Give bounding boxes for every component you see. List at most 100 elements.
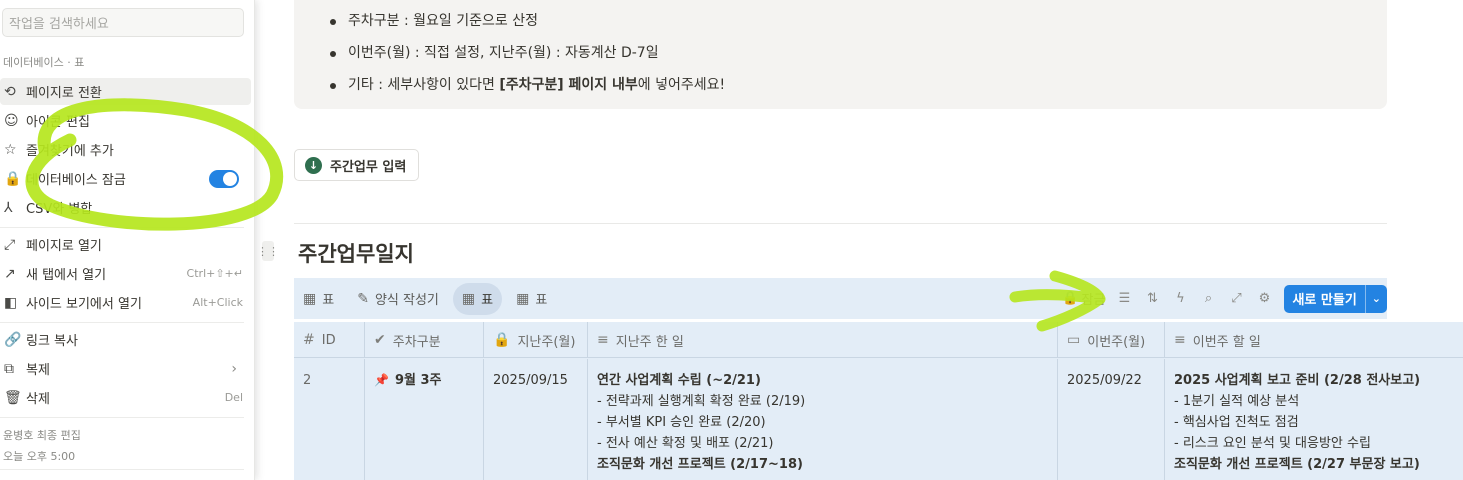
column-label: 주차구분 xyxy=(392,334,441,350)
menu-item-duplicate[interactable]: ⧉ 복제 › xyxy=(0,355,251,382)
shortcut-label: Ctrl+⇧+↵ xyxy=(186,267,243,280)
chevron-right-icon: › xyxy=(231,360,237,377)
menu-section-label: 데이터베이스 · 표 xyxy=(3,56,85,69)
work-line: - 전략과제 실행계획 확정 완료 (2/19) xyxy=(597,394,806,409)
column-header-last-week-work[interactable]: ≡ 지난주 한 일 xyxy=(588,322,1058,358)
automation-icon[interactable]: ϟ xyxy=(1166,285,1194,313)
lock-icon: 🔒 xyxy=(4,170,22,187)
menu-item-label: 페이지로 전환 xyxy=(26,86,102,101)
chevron-down-icon[interactable]: ⌄ xyxy=(1364,284,1387,313)
work-line: 2025 사업계획 보고 준비 (2/28 전사보고) xyxy=(1174,373,1421,388)
new-button[interactable]: 새로 만들기 ⌄ xyxy=(1284,284,1387,313)
column-label: 지난주(월) xyxy=(517,334,576,350)
table-icon: ▦ xyxy=(516,290,530,307)
menu-item-open-side-peek[interactable]: ◧ 사이드 보기에서 열기 Alt+Click xyxy=(0,289,251,316)
menu-item-add-favorite[interactable]: ☆ 즐겨찾기에 추가 xyxy=(0,136,251,163)
menu-item-copy-link[interactable]: 🔗 링크 복사 xyxy=(0,326,251,353)
menu-divider xyxy=(0,322,244,323)
smiley-icon: ☺ xyxy=(4,112,19,129)
cell-this-week-date[interactable]: 2025/09/22 xyxy=(1058,359,1165,480)
work-line: - 핵심사업 진척도 점검 xyxy=(1174,415,1299,430)
menu-item-label: 페이지로 열기 xyxy=(26,239,102,254)
search-icon[interactable]: ⌕ xyxy=(1194,285,1222,313)
menu-item-label: 데이터베이스 잠금 xyxy=(26,173,126,188)
drag-handle-icon[interactable]: ⋮⋮ xyxy=(257,241,279,261)
view-toolbar: 🔒 잠금 ☰ ⇅ ϟ ⌕ ⤢ ⚙ 새로 만들기 ⌄ xyxy=(1057,278,1387,319)
cell-last-week-work[interactable]: 연간 사업계획 수립 (~2/21) - 전략과제 실행계획 확정 완료 (2/… xyxy=(588,359,1058,480)
menu-divider xyxy=(0,417,244,418)
view-tab-label: 표 xyxy=(535,293,548,308)
column-label: 지난주 한 일 xyxy=(615,334,684,350)
guide-bullet-3-bold: [주차구분] 페이지 내부 xyxy=(499,77,638,93)
side-peek-icon: ◧ xyxy=(4,294,18,311)
menu-item-open-as-page[interactable]: ⤢ 페이지로 열기 xyxy=(0,231,251,258)
work-line: - 리스크 요인 분석 및 대응방안 수립 xyxy=(1174,436,1371,451)
menu-search-input[interactable]: 작업을 검색하세요 xyxy=(2,8,244,37)
cell-id[interactable]: 2 xyxy=(294,359,365,480)
database-title[interactable]: 주간업무일지 xyxy=(298,238,414,268)
menu-item-turn-into-page[interactable]: ⟲ 페이지로 전환 xyxy=(0,78,251,105)
lock-icon: 🔒 xyxy=(1062,291,1079,306)
convert-icon: ⟲ xyxy=(4,83,16,100)
star-icon: ☆ xyxy=(4,141,17,158)
column-header-this-week-work[interactable]: ≡ 이번주 할 일 xyxy=(1165,322,1463,358)
guide-bullet-3: 기타 : 세부사항이 있다면 [주차구분] 페이지 내부에 넣어주세요! xyxy=(329,69,726,101)
lock-button[interactable]: 🔒 잠금 xyxy=(1057,289,1110,308)
view-tab-label: 표 xyxy=(322,293,335,308)
form-icon: ✎ xyxy=(357,290,369,307)
text-lines-icon: ≡ xyxy=(1174,332,1186,348)
menu-item-label: 아이콘 편집 xyxy=(26,115,90,130)
shortcut-label: Del xyxy=(224,391,243,404)
cell-last-week-date[interactable]: 2025/09/15 xyxy=(484,359,588,480)
settings-icon[interactable]: ⚙ xyxy=(1250,285,1278,313)
expand-icon[interactable]: ⤢ xyxy=(1222,285,1250,313)
new-button-label: 새로 만들기 xyxy=(1292,293,1357,308)
status-check-icon: ✔ xyxy=(374,332,386,348)
table-row[interactable]: 2 📌 9월 3주 2025/09/15 연간 사업계획 수립 (~2/21) -… xyxy=(294,359,1463,480)
work-line: - 부서별 KPI 승인 완료 (2/20) xyxy=(597,415,766,430)
duplicate-icon: ⧉ xyxy=(4,360,14,377)
work-line: - 1분기 실적 예상 분석 xyxy=(1174,394,1300,409)
database-context-menu: 작업을 검색하세요 데이터베이스 · 표 ⟲ 페이지로 전환 ☺ 아이콘 편집 … xyxy=(0,0,255,480)
view-tab-table-3[interactable]: ▦ 표 xyxy=(507,283,556,315)
menu-item-lock-database[interactable]: 🔒 데이터베이스 잠금 xyxy=(0,165,251,192)
column-header-last-week-date[interactable]: 🔒 지난주(월) xyxy=(484,322,588,358)
column-header-id[interactable]: # ID xyxy=(294,322,365,358)
sort-icon[interactable]: ⇅ xyxy=(1138,285,1166,313)
view-tab-table-1[interactable]: ▦ 표 xyxy=(294,283,343,315)
calendar-icon: ▭ xyxy=(1067,332,1081,348)
column-label: ID xyxy=(321,332,336,348)
table-icon: ▦ xyxy=(461,290,476,307)
view-tab-form[interactable]: ✎ 양식 작성기 xyxy=(348,283,448,315)
app-window: 주차구분 : 월요일 기준으로 산정 이번주(월) : 직접 설정, 지난주(월… xyxy=(0,0,1463,480)
view-tab-label: 표 xyxy=(481,293,494,308)
guide-bullet-2: 이번주(월) : 직접 설정, 지난주(월) : 자동계산 D-7일 xyxy=(329,37,725,69)
merge-icon: ⅄ xyxy=(4,199,13,216)
work-line: 조직문화 개선 프로젝트 (2/17~18) xyxy=(597,457,803,472)
text-lines-icon: ≡ xyxy=(597,332,609,348)
lock-icon: 🔒 xyxy=(493,332,511,348)
cell-this-week-work[interactable]: 2025 사업계획 보고 준비 (2/28 전사보고) - 1분기 실적 예상 … xyxy=(1165,359,1463,480)
column-header-week[interactable]: ✔ 주차구분 xyxy=(365,322,484,358)
lock-toggle[interactable] xyxy=(209,169,239,188)
guide-bullet-1: 주차구분 : 월요일 기준으로 산정 xyxy=(329,5,725,37)
filter-icon[interactable]: ☰ xyxy=(1110,285,1138,313)
menu-item-edit-icon[interactable]: ☺ 아이콘 편집 xyxy=(0,107,251,134)
hash-icon: # xyxy=(303,332,315,348)
table-header: # ID ✔ 주차구분 🔒 지난주(월) ≡ 지난주 한 일 ▭ 이번주(월) … xyxy=(294,322,1463,358)
menu-item-label: 복제 xyxy=(26,363,50,378)
work-line: 조직문화 개선 프로젝트 (2/27 부문장 보고) xyxy=(1174,457,1420,472)
guide-bullet-3-pre: 기타 : 세부사항이 있다면 xyxy=(348,77,500,93)
lock-label: 잠금 xyxy=(1081,293,1106,308)
column-label: 이번주(월) xyxy=(1087,334,1146,350)
column-header-this-week-date[interactable]: ▭ 이번주(월) xyxy=(1058,322,1165,358)
cell-week[interactable]: 📌 9월 3주 xyxy=(365,359,484,480)
menu-item-delete[interactable]: 🗑 삭제 Del xyxy=(0,384,251,411)
weekly-input-button[interactable]: ↓ 주간업무 입력 xyxy=(294,149,420,181)
guide-bullet-3-post: 에 넣어주세요! xyxy=(637,77,726,93)
menu-item-open-new-tab[interactable]: ↗ 새 탭에서 열기 Ctrl+⇧+↵ xyxy=(0,260,251,287)
menu-item-merge-csv[interactable]: ⅄ CSV와 병합 xyxy=(0,194,251,221)
view-tab-table-2[interactable]: ▦ 표 xyxy=(452,282,503,315)
shortcut-label: Alt+Click xyxy=(192,296,243,309)
trash-icon: 🗑 xyxy=(4,389,22,406)
